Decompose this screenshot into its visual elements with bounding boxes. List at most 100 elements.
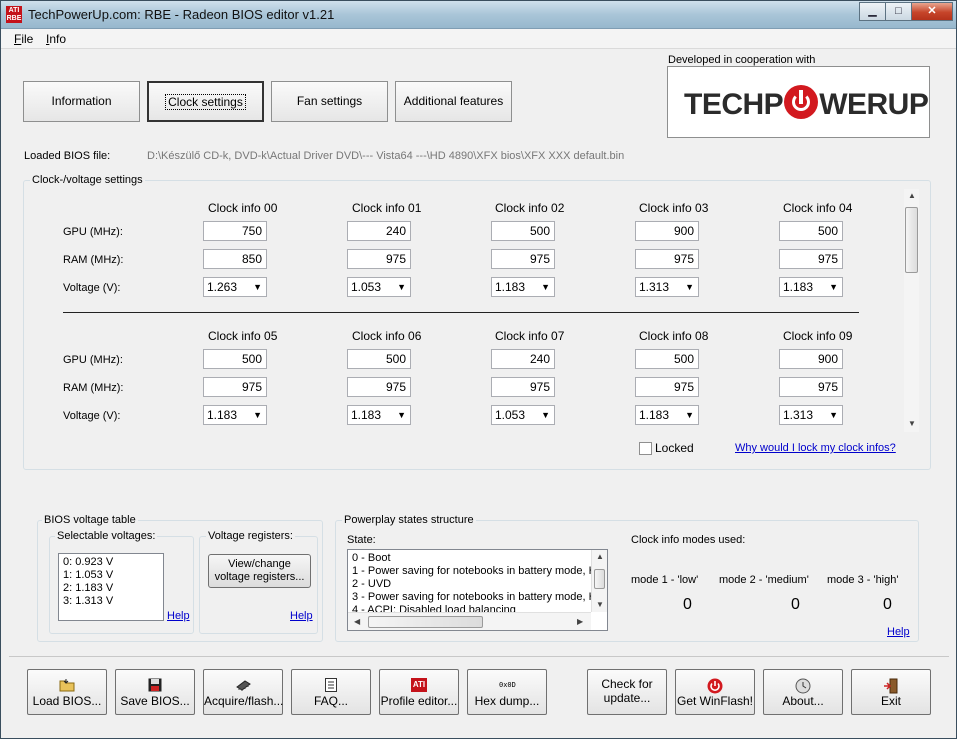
clock-info-00-voltage-value: 1.263 <box>207 280 238 294</box>
list-item[interactable]: 1 - Power saving for notebooks in batter… <box>352 565 603 578</box>
clock-info-04-gpu[interactable]: 500 <box>779 221 843 241</box>
maximize-button[interactable]: □ <box>885 2 912 21</box>
clock-info-07-ram[interactable]: 975 <box>491 377 555 397</box>
scroll-thumb[interactable] <box>905 207 918 273</box>
list-item[interactable]: 1: 1.053 V <box>63 569 159 582</box>
clock-info-08-title: Clock info 08 <box>639 329 709 343</box>
scroll-left-icon[interactable]: ◀ <box>354 617 360 626</box>
mode-2-label: mode 2 - 'medium' <box>719 574 809 586</box>
clock-info-09-ram[interactable]: 975 <box>779 377 843 397</box>
floppy-disk-icon <box>147 678 163 692</box>
voltage-registers-button-line2: voltage registers... <box>214 571 305 583</box>
techpowerup-logo[interactable]: TECHP WERUP <box>667 66 930 138</box>
save-bios-button[interactable]: Save BIOS... <box>115 669 195 715</box>
clock-info-08-voltage[interactable]: 1.183 ▼ <box>635 405 699 425</box>
clock-info-02-title: Clock info 02 <box>495 201 565 215</box>
clock-info-01-gpu[interactable]: 240 <box>347 221 411 241</box>
check-update-label-2: update... <box>603 691 651 705</box>
get-winflash-button[interactable]: Get WinFlash! <box>675 669 755 715</box>
clock-info-01-ram[interactable]: 975 <box>347 249 411 269</box>
tab-clock-settings[interactable]: Clock settings <box>147 81 264 122</box>
clock-info-08-ram[interactable]: 975 <box>635 377 699 397</box>
clock-info-07-gpu[interactable]: 240 <box>491 349 555 369</box>
chip-icon <box>235 678 251 692</box>
profile-editor-button[interactable]: ATI Profile editor... <box>379 669 459 715</box>
maximize-icon: □ <box>895 5 902 17</box>
power-button-icon <box>707 678 723 694</box>
clock-scrollbar[interactable]: ▲ ▼ <box>904 189 919 432</box>
list-item[interactable]: 2 - UVD <box>352 578 603 591</box>
menu-file[interactable]: File <box>14 32 33 46</box>
clock-info-03-ram[interactable]: 975 <box>635 249 699 269</box>
dropdown-arrow-icon: ▼ <box>397 410 406 420</box>
tab-additional-features[interactable]: Additional features <box>395 81 512 122</box>
clock-voltage-group-label: Clock-/voltage settings <box>30 174 145 186</box>
clock-info-05-ram[interactable]: 975 <box>203 377 267 397</box>
powerplay-help-link[interactable]: Help <box>887 626 910 638</box>
clock-info-03-voltage[interactable]: 1.313 ▼ <box>635 277 699 297</box>
hex-dump-button[interactable]: 0x0D Hex dump... <box>467 669 547 715</box>
close-button[interactable]: ✕ <box>911 2 953 21</box>
clock-info-00-voltage[interactable]: 1.263 ▼ <box>203 277 267 297</box>
voltage-registers-help-link[interactable]: Help <box>290 610 313 622</box>
clock-info-08-gpu[interactable]: 500 <box>635 349 699 369</box>
tab-fan-settings[interactable]: Fan settings <box>271 81 388 122</box>
tab-fan-settings-label: Fan settings <box>296 94 363 108</box>
clock-info-06-ram[interactable]: 975 <box>347 377 411 397</box>
lock-help-link[interactable]: Why would I lock my clock infos? <box>735 442 896 454</box>
states-scroll-thumb[interactable] <box>594 569 605 589</box>
ram-label-1: RAM (MHz): <box>63 254 124 266</box>
get-winflash-label: Get WinFlash! <box>676 694 754 708</box>
states-hscroll-thumb[interactable] <box>368 616 483 628</box>
title-bar[interactable]: ATI RBE TechPowerUp.com: RBE - Radeon BI… <box>1 1 956 29</box>
clock-info-04-title: Clock info 04 <box>783 201 853 215</box>
clock-info-01-title: Clock info 01 <box>352 201 422 215</box>
folder-open-icon <box>59 678 75 692</box>
clock-info-05-gpu[interactable]: 500 <box>203 349 267 369</box>
mode-1-label: mode 1 - 'low' <box>631 574 699 586</box>
clock-info-02-ram[interactable]: 975 <box>491 249 555 269</box>
scroll-right-icon[interactable]: ▶ <box>577 617 583 626</box>
clock-info-00-ram[interactable]: 850 <box>203 249 267 269</box>
list-item[interactable]: 2: 1.183 V <box>63 582 159 595</box>
clock-info-05-voltage[interactable]: 1.183 ▼ <box>203 405 267 425</box>
locked-checkbox[interactable] <box>639 442 652 455</box>
menu-info[interactable]: Info <box>46 32 66 46</box>
clock-info-02-voltage[interactable]: 1.183 ▼ <box>491 277 555 297</box>
scroll-up-icon[interactable]: ▲ <box>596 552 604 561</box>
scroll-up-icon[interactable]: ▲ <box>908 191 916 200</box>
clock-info-04-ram[interactable]: 975 <box>779 249 843 269</box>
about-label: About... <box>782 694 824 708</box>
list-item[interactable]: 0 - Boot <box>352 552 603 565</box>
clock-info-03-gpu[interactable]: 900 <box>635 221 699 241</box>
clock-info-09-voltage[interactable]: 1.313 ▼ <box>779 405 843 425</box>
faq-button[interactable]: FAQ... <box>291 669 371 715</box>
selectable-voltages-list[interactable]: 0: 0.923 V 1: 1.053 V 2: 1.183 V 3: 1.31… <box>58 553 164 621</box>
clock-info-06-voltage[interactable]: 1.183 ▼ <box>347 405 411 425</box>
clock-info-07-voltage[interactable]: 1.053 ▼ <box>491 405 555 425</box>
tab-information[interactable]: Information <box>23 81 140 122</box>
about-button[interactable]: About... <box>763 669 843 715</box>
list-item[interactable]: 3 - Power saving for notebooks in batter… <box>352 591 603 604</box>
scroll-down-icon[interactable]: ▼ <box>596 600 604 609</box>
developed-label: Developed in cooperation with <box>668 54 816 66</box>
load-bios-button[interactable]: Load BIOS... <box>27 669 107 715</box>
list-item[interactable]: 0: 0.923 V <box>63 556 159 569</box>
minimize-button[interactable]: ▁ <box>859 2 886 21</box>
clock-info-02-gpu[interactable]: 500 <box>491 221 555 241</box>
scroll-down-icon[interactable]: ▼ <box>908 419 916 428</box>
acquire-flash-button[interactable]: Acquire/flash... <box>203 669 283 715</box>
clock-info-09-gpu[interactable]: 900 <box>779 349 843 369</box>
clock-info-04-voltage[interactable]: 1.183 ▼ <box>779 277 843 297</box>
load-bios-label: Load BIOS... <box>32 694 102 708</box>
states-vscrollbar[interactable]: ▲ ▼ <box>591 550 607 612</box>
clock-info-00-gpu[interactable]: 750 <box>203 221 267 241</box>
clock-info-06-gpu[interactable]: 500 <box>347 349 411 369</box>
exit-button[interactable]: Exit <box>851 669 931 715</box>
list-item[interactable]: 3: 1.313 V <box>63 595 159 608</box>
states-hscrollbar[interactable]: ◀ ▶ <box>348 612 591 630</box>
clock-info-01-voltage[interactable]: 1.053 ▼ <box>347 277 411 297</box>
voltage-table-help-link[interactable]: Help <box>167 610 190 622</box>
voltage-registers-button[interactable]: View/change voltage registers... <box>208 554 311 588</box>
check-update-button[interactable]: Check for update... <box>587 669 667 715</box>
